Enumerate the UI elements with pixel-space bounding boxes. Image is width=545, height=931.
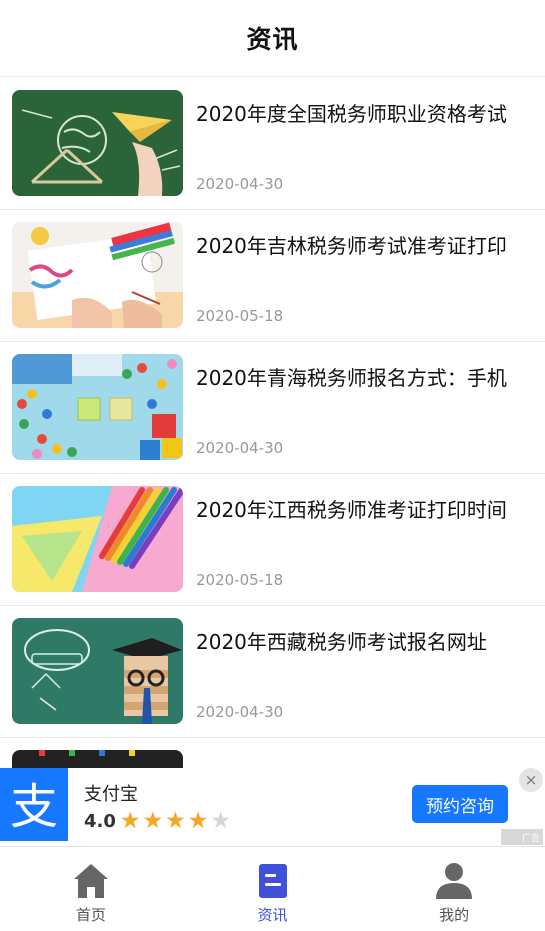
news-item[interactable]: 2020年江西税务师准考证打印时间 2020-05-18 [0,474,545,606]
news-title[interactable]: 2020年青海税务师报名方式：手机 [196,364,526,392]
ad-label: 广告 [501,829,543,845]
advertisement-banner[interactable]: 支 支付宝 4.0 ★ ★ ★ ★ ★ 预约咨询 × 广告 [0,768,545,846]
close-ad-icon[interactable]: × [519,768,543,792]
news-date: 2020-05-18 [196,571,284,589]
news-date: 2020-05-18 [196,307,284,325]
ad-rating-value: 4.0 [84,810,116,832]
rating-stars: ★ ★ ★ ★ ★ [120,809,233,833]
user-profile-icon [436,863,473,899]
news-date: 2020-04-30 [196,439,284,457]
news-document-icon [258,864,287,898]
alipay-logo-icon[interactable]: 支 [0,768,68,841]
tab-profile-label: 我的 [439,906,470,924]
star-filled-icon: ★ [142,808,164,834]
news-thumbnail [12,90,183,196]
news-date: 2020-04-30 [196,703,284,721]
star-filled-icon: ★ [119,808,141,834]
news-title[interactable]: 2020年西藏税务师考试报名网址 [196,628,526,656]
star-filled-icon: ★ [187,808,209,834]
news-thumbnail [12,354,183,460]
star-filled-icon: ★ [165,808,186,834]
news-item[interactable]: 2020年青海税务师报名方式：手机 2020-04-30 [0,342,545,474]
alipay-logo-glyph: 支 [10,779,58,833]
book-consultation-button[interactable]: 预约咨询 [412,785,508,823]
bottom-tab-bar: 首页 资讯 我的 [0,846,545,931]
news-item[interactable]: 2020年吉林税务师考试准考证打印 2020-05-18 [0,210,545,342]
news-title[interactable]: 2020年吉林税务师考试准考证打印 [196,232,526,260]
tab-news[interactable]: 资讯 [182,847,364,931]
news-list[interactable]: 2020年度全国税务师职业资格考试 2020-04-30 2020年吉林税务师考… [0,78,545,768]
news-thumbnail [12,750,183,768]
news-thumbnail [12,486,183,592]
news-thumbnail [12,222,183,328]
top-navigation-bar: 资讯 [0,0,545,77]
news-item[interactable]: 2020年度全国税务师职业资格考试 2020-04-30 [0,78,545,210]
tab-home[interactable]: 首页 [0,847,182,931]
tab-news-label: 资讯 [257,906,288,924]
news-thumbnail [12,618,183,724]
news-item[interactable]: 2020年西藏税务师考试报名网址 2020-04-30 [0,606,545,738]
news-item[interactable] [0,738,545,768]
ad-rating: 4.0 ★ ★ ★ ★ ★ [84,809,233,833]
ad-app-name: 支付宝 [84,784,138,805]
tab-profile[interactable]: 我的 [363,847,545,931]
star-empty-icon: ★ [210,808,232,834]
home-icon [73,864,108,898]
page-title: 资讯 [246,25,299,54]
news-title[interactable]: 2020年度全国税务师职业资格考试 [196,100,526,128]
news-date: 2020-04-30 [196,175,284,193]
news-title[interactable]: 2020年江西税务师准考证打印时间 [196,496,526,524]
tab-home-label: 首页 [75,906,106,924]
